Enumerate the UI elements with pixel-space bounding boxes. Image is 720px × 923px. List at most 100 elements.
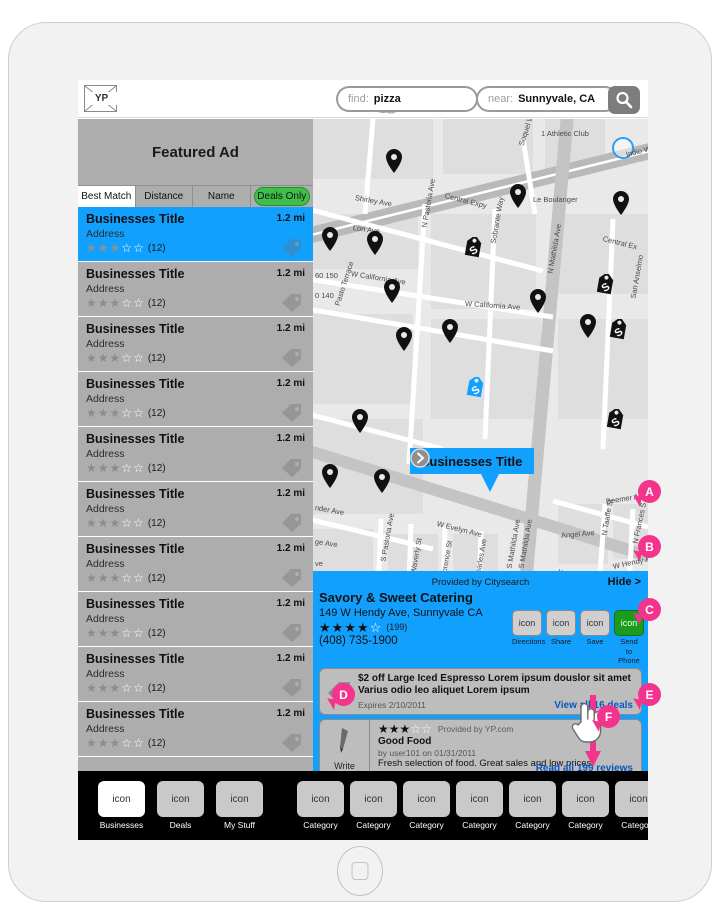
near-input[interactable]: Sunnyvale, CA: [518, 93, 595, 105]
deal-tag-icon: [282, 294, 301, 312]
map-pin-icon[interactable]: [351, 409, 369, 433]
home-button[interactable]: [337, 846, 383, 896]
map-deal-tag-icon[interactable]: S: [603, 409, 627, 433]
sort-tab-name[interactable]: Name: [193, 186, 251, 207]
star-filled: ★: [97, 351, 109, 365]
tab-businesses[interactable]: icon Businesses: [98, 781, 145, 830]
tab-category-3[interactable]: icon Category: [403, 781, 450, 830]
business-list-item[interactable]: Businesses Title Address 1.2 mi ★ ★ ★ ☆ ☆ (12): [78, 537, 313, 592]
review-title: Good Food: [378, 736, 432, 747]
business-list-item[interactable]: Businesses Title Address 1.2 mi ★ ★ ★ ☆ ☆ (12): [78, 702, 313, 757]
tab-category-7[interactable]: icon Category: [615, 781, 648, 830]
map-pin-icon[interactable]: [385, 149, 403, 173]
find-input[interactable]: pizza: [374, 93, 401, 105]
map-pin-icon[interactable]: [612, 191, 630, 215]
map-deal-tag-icon[interactable]: S: [593, 274, 617, 298]
map-pin-icon[interactable]: [395, 327, 413, 351]
primary-tabs: icon Businesses icon Deals icon My Stuff: [78, 781, 263, 830]
map-pin-icon[interactable]: [529, 289, 547, 313]
tab-label: Category: [409, 820, 444, 830]
deal-tag-icon: [282, 624, 301, 642]
business-list-item[interactable]: Businesses Title Address 1.2 mi ★ ★ ★ ☆ ☆ (12): [78, 317, 313, 372]
tab-category-6[interactable]: icon Category: [562, 781, 609, 830]
map-pin-icon[interactable]: [366, 231, 384, 255]
find-search-field[interactable]: find: pizza: [336, 86, 478, 112]
tab-category-5[interactable]: icon Category: [509, 781, 556, 830]
star-filled: ★: [97, 516, 109, 530]
tab-category-4[interactable]: icon Category: [456, 781, 503, 830]
share-button[interactable]: icon Share: [546, 610, 576, 665]
star-filled: ★: [109, 626, 121, 640]
tab-icon: icon: [509, 781, 556, 817]
star-filled: ★: [109, 681, 121, 695]
deals-only-toggle[interactable]: Deals Only: [253, 187, 310, 206]
detail-business-name: Savory & Sweet Catering: [319, 590, 473, 605]
business-list-panel[interactable]: Featured Ad Best Match Distance Name Deals …: [78, 119, 313, 771]
map-pin-icon[interactable]: [509, 184, 527, 208]
business-list-item[interactable]: Businesses Title Address 1.2 mi ★ ★ ★ ☆ ☆ (12): [78, 592, 313, 647]
star-filled: ★: [109, 296, 121, 310]
deal-tag-icon: [282, 514, 301, 532]
deal-tag-icon: [282, 349, 301, 367]
star-filled: ★: [97, 681, 109, 695]
near-search-field[interactable]: near: Sunnyvale, CA: [476, 86, 618, 112]
business-title: Businesses Title: [86, 267, 185, 281]
app-screen: YP 52°: [78, 80, 648, 840]
star-empty: ☆: [133, 406, 144, 420]
star-empty: ☆: [121, 571, 133, 585]
sort-tab-best-match[interactable]: Best Match: [78, 186, 136, 207]
map-deal-tag-icon[interactable]: S: [606, 319, 630, 343]
save-button[interactable]: icon Save: [580, 610, 610, 665]
business-review-count: (12): [147, 297, 166, 309]
map-pin-icon[interactable]: [321, 227, 339, 251]
business-address: Address: [86, 283, 125, 295]
search-button[interactable]: [608, 86, 640, 114]
directions-button[interactable]: icon Directions: [512, 610, 545, 665]
business-address: Address: [86, 558, 125, 570]
star-filled: ★: [97, 461, 109, 475]
star-filled: ★: [109, 571, 121, 585]
map-deal-tag-icon[interactable]: S: [461, 237, 485, 261]
tab-category-2[interactable]: icon Category: [350, 781, 397, 830]
business-list-item[interactable]: Businesses Title Address 1.2 mi ★ ★ ★ ☆ ☆ (12): [78, 207, 313, 262]
map-callout-bubble[interactable]: Businesses Title: [410, 448, 535, 474]
map-pin-icon[interactable]: [579, 314, 597, 338]
tab-icon: icon: [98, 781, 145, 817]
star-filled: ★: [344, 619, 356, 635]
star-filled: ★: [378, 722, 389, 736]
chevron-right-circle-icon[interactable]: [410, 448, 430, 468]
star-empty: ☆: [369, 619, 382, 635]
pencil-icon: [339, 728, 348, 753]
tab-icon: icon: [615, 781, 648, 817]
map-pin-icon[interactable]: [321, 464, 339, 488]
business-list-item[interactable]: Businesses Title Address 1.2 mi ★ ★ ★ ☆ ☆ (12): [78, 372, 313, 427]
tab-label: Category: [568, 820, 603, 830]
yp-placeholder-box-icon[interactable]: YP: [84, 85, 118, 112]
business-distance: 1.2 mi: [276, 213, 305, 224]
write-review-button[interactable]: Write: [320, 720, 370, 771]
business-list-item[interactable]: Businesses Title Address 1.2 mi ★ ★ ★ ☆ ☆ (12): [78, 647, 313, 702]
business-list-item[interactable]: Businesses Title Address 1.2 mi ★ ★ ★ ☆ ☆ (12): [78, 262, 313, 317]
tab-label: Category: [462, 820, 497, 830]
business-list-item[interactable]: Businesses Title Address 1.2 mi ★ ★ ★ ☆ ☆ (12): [78, 427, 313, 482]
map-deal-tag-icon[interactable]: S: [463, 377, 487, 401]
featured-ad-banner[interactable]: Featured Ad: [78, 119, 313, 185]
map-pin-icon[interactable]: [383, 279, 401, 303]
yp-logo-label: YP: [85, 92, 118, 105]
tab-category-1[interactable]: icon Category: [297, 781, 344, 830]
business-list[interactable]: Businesses Title Address 1.2 mi ★ ★ ★ ☆ ☆ (12) Bu…: [78, 207, 313, 757]
tab-label: Deals: [169, 820, 192, 830]
category-tabs: icon Category icon Category icon Category icon…: [297, 781, 648, 830]
tab-my-stuff[interactable]: icon My Stuff: [216, 781, 263, 830]
sort-tab-distance[interactable]: Distance: [135, 186, 193, 207]
map-pin-icon[interactable]: [441, 319, 459, 343]
deal-tag-icon: [282, 569, 301, 587]
map-pin-icon[interactable]: [373, 469, 391, 493]
bottom-tab-bar: icon Businesses icon Deals icon My Stuff icon…: [78, 771, 648, 840]
business-review-count: (12): [147, 517, 166, 529]
star-filled: ★: [97, 571, 109, 585]
tab-label: My Stuff: [223, 820, 256, 830]
deal-expiry: Expires 2/10/2011: [358, 700, 426, 710]
business-list-item[interactable]: Businesses Title Address 1.2 mi ★ ★ ★ ☆ ☆ (12): [78, 482, 313, 537]
tab-deals[interactable]: icon Deals: [157, 781, 204, 830]
